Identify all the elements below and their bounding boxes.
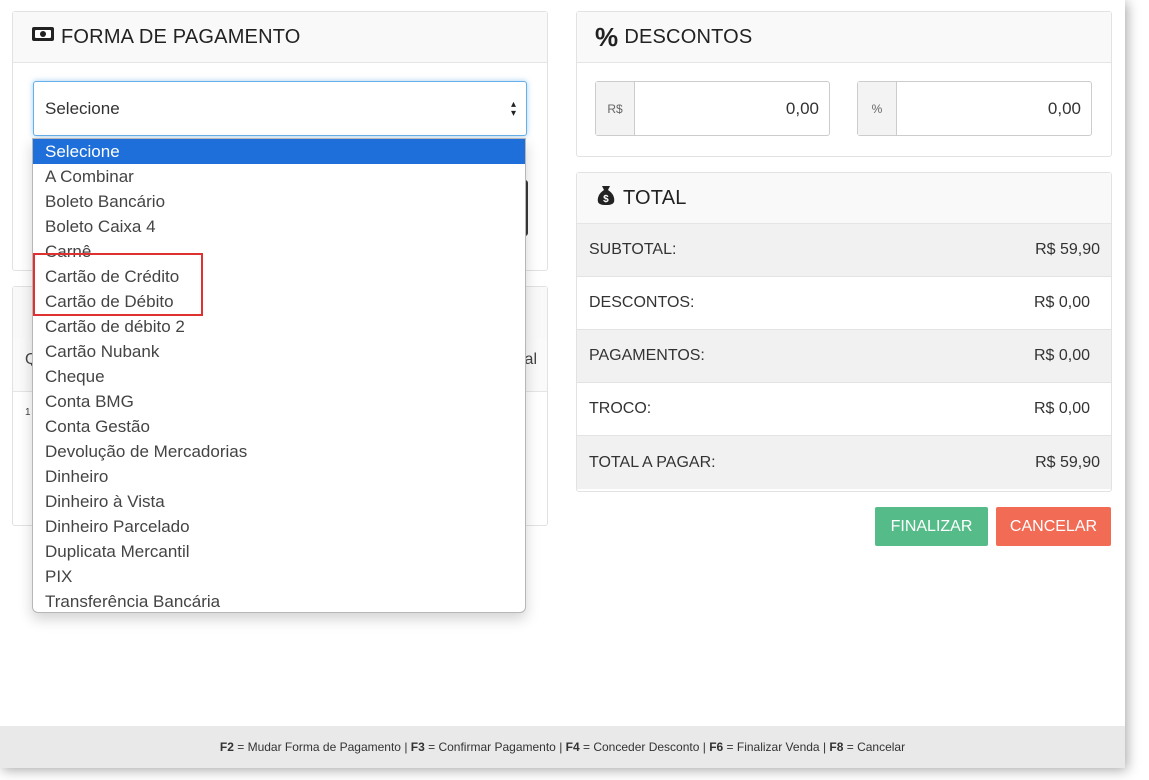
total-panel-header: $ TOTAL [577, 173, 1111, 224]
shortcut-description: = Confirmar Pagamento [424, 740, 560, 754]
money-icon [31, 25, 55, 49]
subtotal-label: SUBTOTAL: [589, 241, 677, 258]
payment-option[interactable]: Cartão de Débito [33, 289, 525, 314]
shortcut-key: F4 [565, 740, 580, 754]
discounts-label: DESCONTOS: [589, 294, 695, 311]
payment-option[interactable]: Dinheiro Parcelado [33, 514, 525, 539]
discount-percent-value[interactable]: 0,00 [897, 82, 1091, 135]
payment-option[interactable]: Duplicata Mercantil [33, 539, 525, 564]
payment-option[interactable]: Conta Gestão [33, 414, 525, 439]
payment-option[interactable]: Cartão Nubank [33, 339, 525, 364]
shortcut-key: F2 [219, 740, 234, 754]
change-value: R$ 0,00 [1033, 400, 1090, 417]
payment-option[interactable]: Conta BMG [33, 389, 525, 414]
shortcut-description: = Finalizar Venda [723, 740, 823, 754]
payment-option[interactable]: Cartão de Crédito [33, 264, 525, 289]
shortcuts-footer: F2 = Mudar Forma de Pagamento | F3 = Con… [0, 726, 1125, 768]
discounts-row: DESCONTOS: R$ 0,00 [577, 277, 1111, 330]
subtotal-value: R$ 59,90 [1035, 241, 1100, 258]
payment-option[interactable]: Transferência Bancária [33, 589, 525, 612]
payment-option[interactable]: Devolução de Mercadorias [33, 439, 525, 464]
payments-row: PAGAMENTOS: R$ 0,00 [577, 330, 1111, 383]
payment-option[interactable]: Cheque [33, 364, 525, 389]
cancel-button[interactable]: CANCELAR [996, 507, 1111, 546]
subtotal-row: SUBTOTAL: R$ 59,90 [577, 224, 1111, 277]
total-panel: $ TOTAL SUBTOTAL: R$ 59,90 DESCONTOS: R$… [576, 172, 1112, 492]
payment-panel-header: FORMA DE PAGAMENTO [13, 12, 547, 63]
payment-option[interactable]: Boleto Bancário [33, 189, 525, 214]
shortcut-description: = Mudar Forma de Pagamento [233, 740, 405, 754]
items-row-partial: 1 [25, 407, 31, 418]
discount-currency-label: R$ [596, 82, 635, 135]
payment-option[interactable]: Selecione [33, 139, 525, 164]
payments-label: PAGAMENTOS: [589, 347, 705, 364]
percent-icon: % [595, 22, 619, 52]
payment-method-dropdown[interactable]: Selecione A Combinar Boleto Bancário Boleto… [32, 138, 526, 613]
payment-method-select[interactable]: Selecione ▴ ▾ [33, 81, 527, 136]
payment-option[interactable]: Carnê [33, 239, 525, 264]
shortcut-key: F3 [410, 740, 425, 754]
payment-option[interactable]: A Combinar [33, 164, 525, 189]
discounts-value: R$ 0,00 [1033, 294, 1090, 311]
finalize-button[interactable]: FINALIZAR [875, 507, 988, 546]
discount-percent-label: % [858, 82, 897, 135]
items-col-total: al [524, 351, 537, 368]
shortcut-key: F8 [829, 740, 844, 754]
payment-option[interactable]: PIX [33, 564, 525, 589]
pdv-payment-page: FORMA DE PAGAMENTO Selecione ▴▾ Q al 1 S… [0, 0, 1125, 768]
payment-panel-title: FORMA DE PAGAMENTO [61, 25, 301, 48]
svg-text:$: $ [603, 194, 609, 205]
discount-currency-value[interactable]: 0,00 [635, 82, 829, 135]
discounts-panel-header: % DESCONTOS [577, 12, 1111, 63]
discount-currency-field[interactable]: R$ 0,00 [595, 81, 830, 136]
shortcuts-text: F2 = Mudar Forma de Pagamento | F3 = Con… [220, 740, 905, 754]
change-label: TROCO: [589, 400, 652, 417]
shortcut-description: = Cancelar [843, 740, 906, 754]
discount-percent-field[interactable]: % 0,00 [857, 81, 1092, 136]
shortcut-description: = Conceder Desconto [579, 740, 703, 754]
payment-option[interactable]: Dinheiro à Vista [33, 489, 525, 514]
discounts-panel: % DESCONTOS R$ 0,00 % 0,00 [576, 11, 1112, 157]
total-due-row: TOTAL A PAGAR: R$ 59,90 [577, 436, 1111, 489]
payment-option[interactable]: Dinheiro [33, 464, 525, 489]
total-due-label: TOTAL A PAGAR: [589, 453, 716, 471]
payment-option[interactable]: Cartão de débito 2 [33, 314, 525, 339]
discounts-panel-title: DESCONTOS [624, 25, 753, 48]
total-due-value: R$ 59,90 [1035, 453, 1100, 471]
change-row: TROCO: R$ 0,00 [577, 383, 1111, 436]
select-arrows-icon: ▴ ▾ [510, 99, 516, 119]
shortcut-key: F6 [709, 740, 724, 754]
payment-method-select-value: Selecione [45, 98, 120, 118]
total-panel-title: TOTAL [623, 186, 687, 209]
money-bag-icon: $ [595, 184, 617, 212]
payments-value: R$ 0,00 [1033, 347, 1090, 364]
payment-option[interactable]: Boleto Caixa 4 [33, 214, 525, 239]
